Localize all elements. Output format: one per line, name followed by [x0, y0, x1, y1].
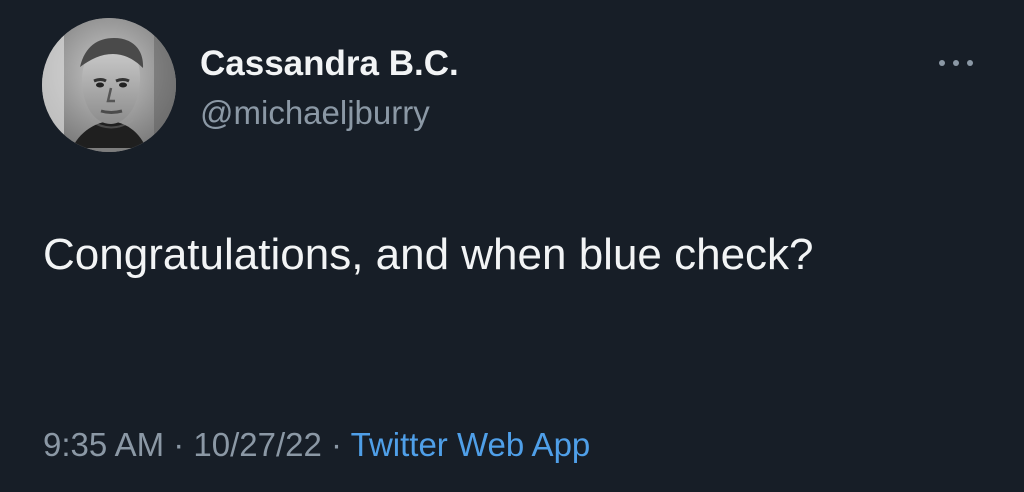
source-link[interactable]: Twitter Web App: [351, 426, 591, 463]
avatar[interactable]: [42, 18, 176, 152]
more-options-icon: [939, 60, 973, 66]
tweet-time[interactable]: 9:35 AM: [43, 426, 164, 463]
tweet-meta: 9:35 AM · 10/27/22 · Twitter Web App: [43, 423, 590, 467]
profile-photo-icon: [42, 18, 176, 152]
tweet-date[interactable]: 10/27/22: [193, 426, 321, 463]
meta-separator: ·: [164, 426, 194, 463]
handle[interactable]: @michaeljburry: [200, 94, 430, 132]
meta-separator: ·: [321, 426, 351, 463]
display-name[interactable]: Cassandra B.C.: [200, 44, 459, 84]
tweet-card: Cassandra B.C. @michaeljburry Congratula…: [0, 0, 1024, 492]
tweet-text: Congratulations, and when blue check?: [43, 230, 814, 279]
more-options-button[interactable]: [932, 48, 980, 78]
